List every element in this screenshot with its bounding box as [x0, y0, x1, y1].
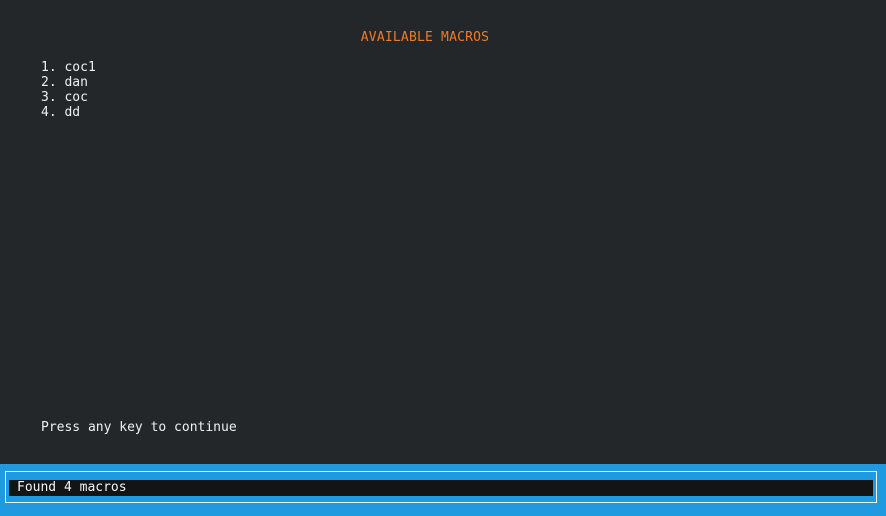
- macro-name: dd: [64, 105, 81, 120]
- macro-name: dan: [64, 75, 88, 90]
- status-message: Found 4 macros: [9, 480, 873, 496]
- macro-item-1[interactable]: 1. coc1: [41, 60, 96, 75]
- macro-name: coc: [64, 90, 88, 105]
- macro-index: 3.: [41, 90, 57, 105]
- page-title: AVAILABLE MACROS: [360, 30, 490, 45]
- macro-list: 1. coc1 2. dan 3. coc 4. dd: [41, 60, 96, 120]
- macro-item-2[interactable]: 2. dan: [41, 75, 96, 90]
- macro-name: coc1: [64, 60, 96, 75]
- continue-prompt[interactable]: Press any key to continue: [41, 420, 237, 435]
- macro-index: 4.: [41, 105, 57, 120]
- macro-index: 1.: [41, 60, 57, 75]
- macro-index: 2.: [41, 75, 57, 90]
- status-bar: Found 4 macros: [0, 464, 886, 516]
- macro-item-3[interactable]: 3. coc: [41, 90, 96, 105]
- macro-item-4[interactable]: 4. dd: [41, 105, 96, 120]
